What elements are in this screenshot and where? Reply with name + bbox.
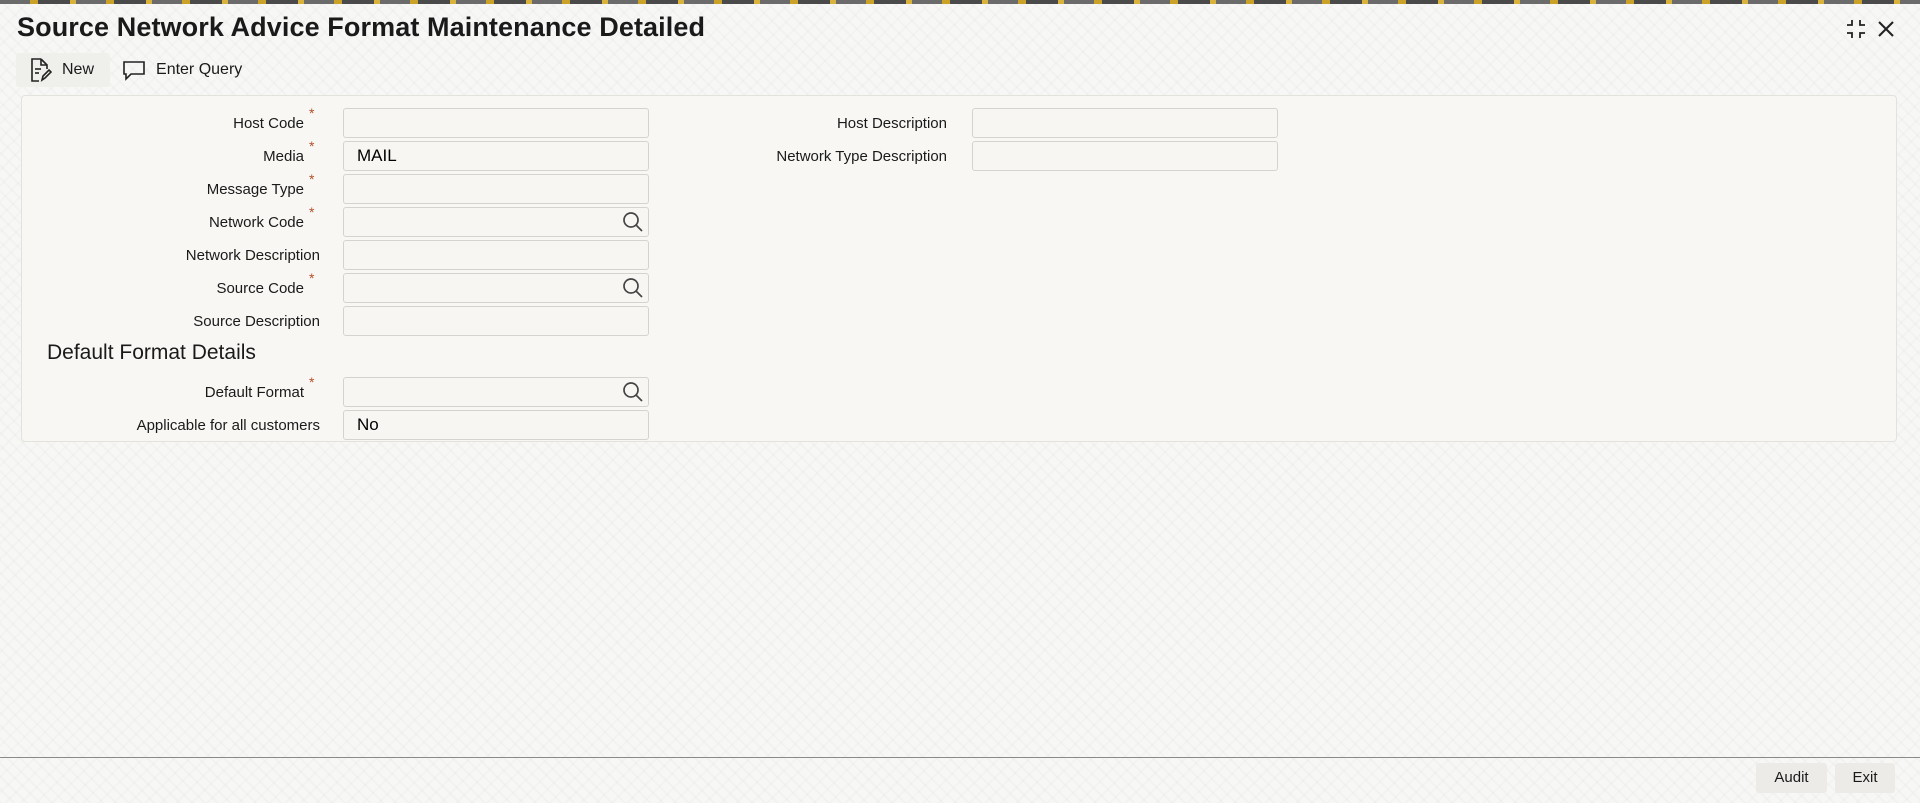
message-type-input[interactable] — [343, 174, 649, 204]
source-code-input[interactable] — [343, 273, 649, 303]
enter-query-button[interactable]: Enter Query — [110, 53, 254, 87]
required-marker: * — [309, 204, 315, 220]
network-code-row: Network Code * — [22, 204, 672, 239]
media-row: Media * — [22, 138, 672, 173]
network-code-field — [343, 207, 649, 237]
required-marker: * — [309, 171, 315, 187]
media-label: Media — [263, 148, 304, 165]
maximize-button[interactable] — [1843, 16, 1869, 42]
close-icon — [1878, 21, 1894, 37]
audit-button[interactable]: Audit — [1756, 763, 1827, 793]
host-code-label: Host Code — [233, 115, 304, 132]
host-description-row: Host Description — [672, 108, 1292, 140]
search-icon[interactable] — [622, 277, 644, 299]
close-button[interactable] — [1873, 16, 1899, 42]
network-code-label: Network Code — [208, 214, 304, 231]
network-type-description-row: Network Type Description — [672, 141, 1292, 173]
enter-query-button-label: Enter Query — [156, 61, 243, 78]
default-format-row: Default Format * — [22, 374, 672, 409]
applicable-all-customers-input[interactable] — [343, 410, 649, 440]
source-description-row: Source Description — [22, 306, 672, 338]
media-input[interactable] — [343, 141, 649, 171]
document-edit-icon — [31, 58, 52, 82]
source-description-input[interactable] — [343, 306, 649, 336]
applicable-all-customers-label: Applicable for all customers — [136, 417, 320, 434]
toolbar: New Enter Query — [16, 52, 254, 88]
page-title: Source Network Advice Format Maintenance… — [17, 12, 706, 42]
search-icon[interactable] — [622, 211, 644, 233]
host-code-row: Host Code * — [22, 105, 672, 140]
source-code-label: Source Code — [216, 280, 304, 297]
network-description-label: Network Description — [185, 247, 320, 264]
new-button-label: New — [62, 61, 95, 78]
network-description-input[interactable] — [343, 240, 649, 270]
network-type-description-input[interactable] — [972, 141, 1278, 171]
maximize-icon — [1847, 20, 1865, 38]
source-code-field — [343, 273, 649, 303]
speech-bubble-icon — [123, 61, 145, 81]
network-type-description-label: Network Type Description — [776, 148, 947, 165]
source-description-label: Source Description — [193, 313, 320, 330]
message-type-row: Message Type * — [22, 171, 672, 206]
exit-button[interactable]: Exit — [1835, 763, 1895, 793]
default-format-field — [343, 377, 649, 407]
host-description-label: Host Description — [836, 115, 947, 132]
footer-divider — [0, 757, 1920, 758]
network-code-input[interactable] — [343, 207, 649, 237]
applicable-all-customers-row: Applicable for all customers — [22, 410, 672, 442]
source-code-row: Source Code * — [22, 270, 672, 305]
required-marker: * — [309, 374, 315, 390]
new-button[interactable]: New — [16, 53, 111, 87]
required-marker: * — [309, 270, 315, 286]
network-description-row: Network Description — [22, 240, 672, 272]
default-format-input[interactable] — [343, 377, 649, 407]
default-format-label: Default Format — [204, 384, 304, 401]
required-marker: * — [309, 138, 315, 154]
main-form-panel: Host Code * Media * Message Type * Netwo… — [21, 95, 1897, 442]
message-type-label: Message Type — [206, 181, 304, 198]
required-marker: * — [309, 105, 315, 121]
host-description-input[interactable] — [972, 108, 1278, 138]
host-code-input[interactable] — [343, 108, 649, 138]
search-icon[interactable] — [622, 381, 644, 403]
default-format-section-title: Default Format Details — [47, 341, 256, 364]
top-decor-strip — [0, 0, 1920, 4]
